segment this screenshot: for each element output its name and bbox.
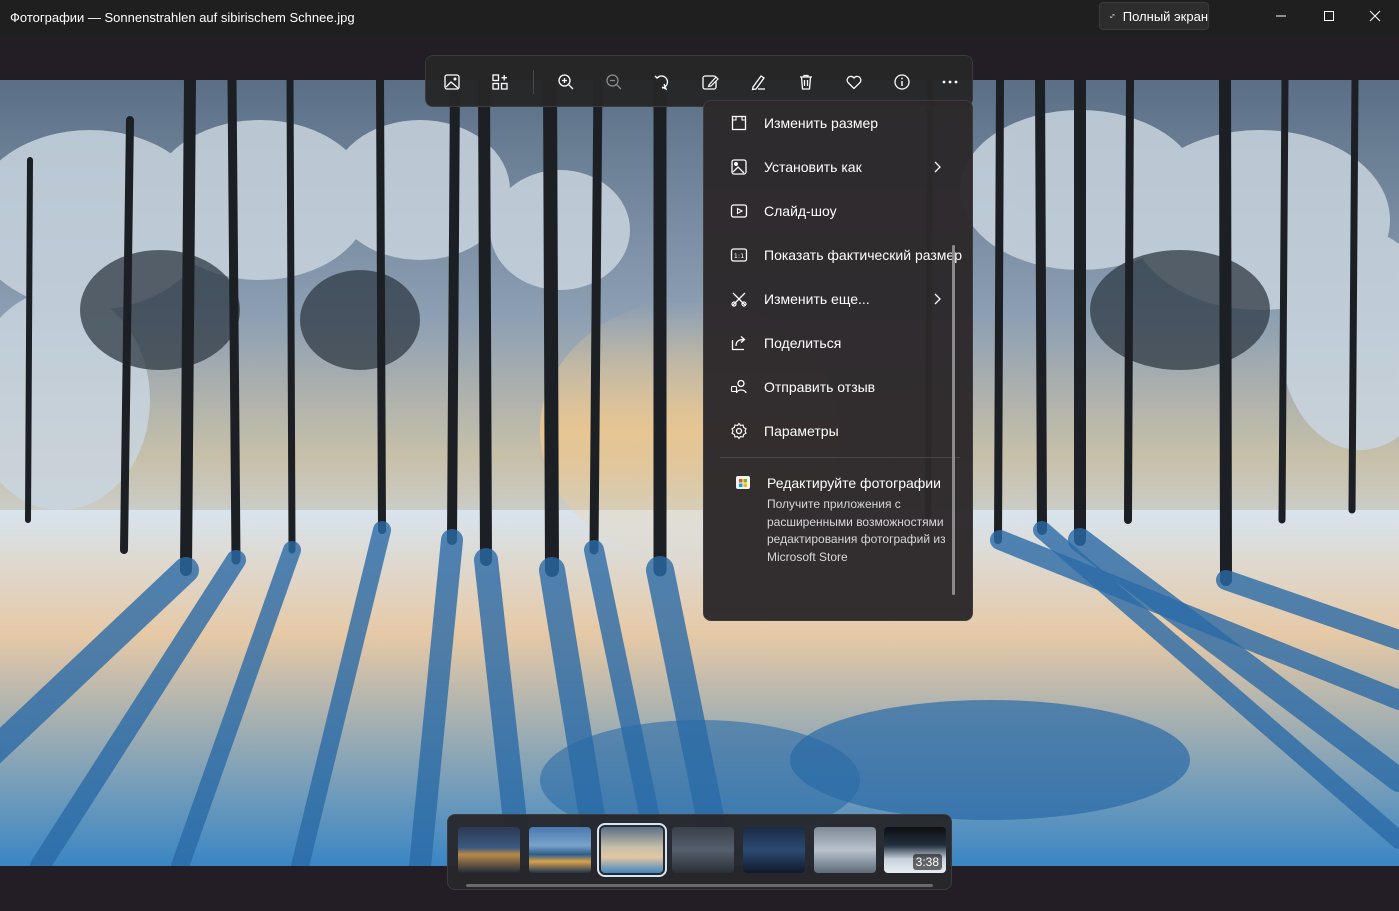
thumbnail[interactable] xyxy=(529,827,591,873)
menu-item-label: Поделиться xyxy=(764,335,842,351)
minimize-icon xyxy=(1276,15,1286,17)
draw-icon xyxy=(751,75,765,91)
delete-button[interactable] xyxy=(792,68,820,96)
zoom-in-icon xyxy=(558,74,574,90)
more-options-button[interactable] xyxy=(936,68,964,96)
thumbnail[interactable] xyxy=(458,827,520,873)
delete-icon xyxy=(800,74,812,90)
menu-item-actual-size[interactable]: 1:1 Показать фактический размер xyxy=(718,237,962,273)
favorite-button[interactable] xyxy=(840,68,868,96)
menu-item-label: Изменить размер xyxy=(764,115,879,131)
close-button[interactable] xyxy=(1352,0,1398,32)
info-button[interactable] xyxy=(888,68,916,96)
thumbnail[interactable] xyxy=(743,827,805,873)
menu-scrollbar[interactable] xyxy=(952,245,955,595)
actual-size-icon: 1:1 xyxy=(730,248,748,262)
more-options-icon xyxy=(942,80,958,84)
microsoft-store-icon xyxy=(736,476,750,489)
menu-item-label: Слайд-шоу xyxy=(764,203,837,219)
video-duration: 3:38 xyxy=(912,854,942,870)
menu-item-label: Параметры xyxy=(764,423,839,439)
minimize-button[interactable] xyxy=(1258,0,1304,32)
promo-title: Редактируйте фотографии xyxy=(767,475,941,491)
menu-item-set-as[interactable]: Установить как xyxy=(718,149,958,185)
menu-item-share[interactable]: Поделиться xyxy=(718,325,958,361)
rotate-icon xyxy=(654,75,669,91)
view-image-icon xyxy=(444,74,460,90)
thumbnail[interactable] xyxy=(672,827,734,873)
rotate-button[interactable] xyxy=(648,68,676,96)
settings-icon xyxy=(731,422,747,440)
svg-text:1:1: 1:1 xyxy=(734,252,744,260)
promo-description: Получите приложения с расширенными возмо… xyxy=(767,497,946,564)
filmstrip-scrollbar[interactable] xyxy=(466,884,933,887)
menu-item-edit-more[interactable]: Изменить еще... xyxy=(718,281,958,317)
thumbnail[interactable] xyxy=(597,823,667,877)
menu-item-settings[interactable]: Параметры xyxy=(718,413,958,449)
menu-item-slideshow[interactable]: Слайд-шоу xyxy=(718,193,958,229)
maximize-icon xyxy=(1324,11,1334,21)
menu-item-label: Отправить отзыв xyxy=(764,379,876,395)
add-to-collection-button[interactable] xyxy=(486,68,514,96)
menu-item-label: Изменить еще... xyxy=(764,291,870,307)
close-icon xyxy=(1369,10,1381,22)
maximize-button[interactable] xyxy=(1306,0,1352,32)
thumbnail[interactable]: 3:38 xyxy=(884,827,946,873)
zoom-in-button[interactable] xyxy=(552,68,580,96)
winter-forest-image xyxy=(0,80,1399,866)
set-as-icon xyxy=(731,159,747,175)
more-options-menu: Изменить размер Установить как Слайд-шоу… xyxy=(703,100,973,621)
menu-item-label: Установить как xyxy=(764,159,862,175)
menu-divider xyxy=(720,457,960,458)
favorite-icon xyxy=(846,75,862,90)
info-icon xyxy=(894,74,910,90)
menu-item-feedback[interactable]: Отправить отзыв xyxy=(718,369,958,405)
menu-item-label: Показать фактический размер xyxy=(764,247,962,263)
menu-item-resize[interactable]: Изменить размер xyxy=(718,105,958,141)
thumbnail[interactable] xyxy=(814,827,876,873)
photo-canvas[interactable] xyxy=(0,80,1399,866)
draw-button[interactable] xyxy=(744,68,772,96)
expand-icon xyxy=(1110,14,1115,18)
resize-icon xyxy=(731,115,747,131)
fullscreen-label: Полный экран xyxy=(1122,8,1208,24)
fullscreen-button[interactable]: Полный экран xyxy=(1099,2,1209,30)
filmstrip: 3:38 xyxy=(447,814,952,890)
view-image-button[interactable] xyxy=(438,68,466,96)
share-icon xyxy=(731,336,746,351)
zoom-out-button[interactable] xyxy=(600,68,628,96)
chevron-right-icon xyxy=(934,293,941,305)
chevron-right-icon xyxy=(934,161,941,173)
feedback-icon xyxy=(730,379,747,394)
toolbar-separator xyxy=(533,70,534,94)
edit-more-icon xyxy=(731,292,747,307)
add-to-collection-icon xyxy=(492,74,508,90)
slideshow-icon xyxy=(730,204,748,218)
title-bar: Фотографии — Sonnenstrahlen auf sibirisc… xyxy=(0,0,1399,36)
zoom-out-icon xyxy=(606,74,622,90)
edit-image-button[interactable] xyxy=(696,68,724,96)
window-title: Фотографии — Sonnenstrahlen auf sibirisc… xyxy=(10,10,355,25)
edit-image-icon xyxy=(702,75,719,90)
